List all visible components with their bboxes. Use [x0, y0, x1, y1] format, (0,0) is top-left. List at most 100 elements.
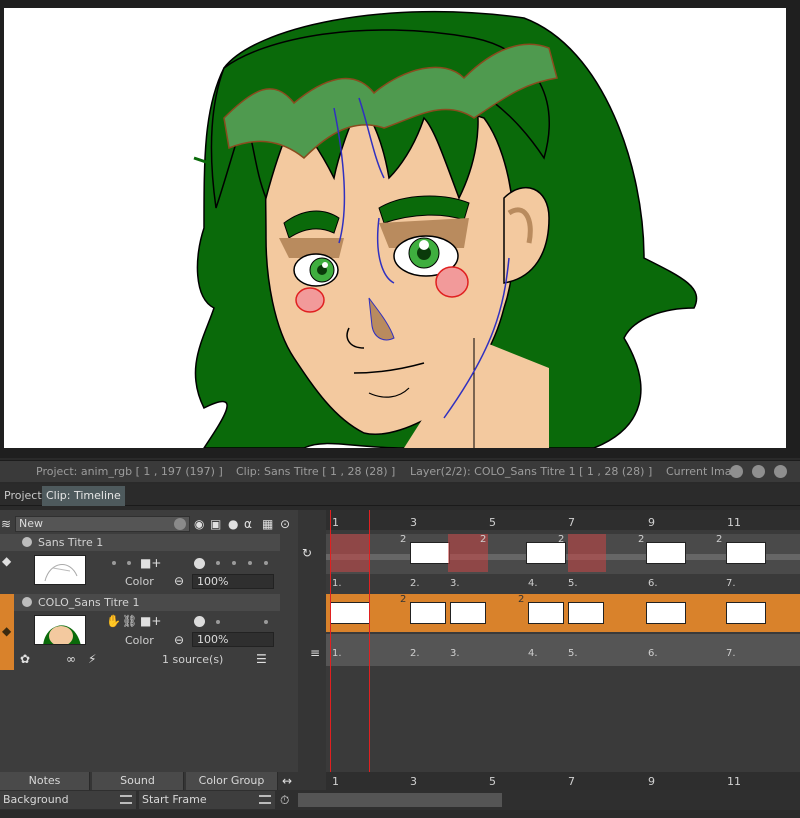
track-colo-sans-titre-1[interactable]: 2 2 — [326, 594, 800, 632]
frame-thumb[interactable] — [450, 602, 486, 624]
grip-icon[interactable]: ≡ — [310, 646, 320, 660]
ruler-tick: 11 — [727, 775, 741, 788]
panel-tabs: Project Clip: Timeline — [0, 484, 800, 506]
layer-colo-sans-titre-1[interactable]: COLO_Sans Titre 1 ◆ ✋ ⛓ ■+ Color ⊖ 100% … — [0, 594, 280, 672]
frame-thumb[interactable] — [646, 542, 686, 564]
frame-thumb[interactable] — [330, 602, 370, 624]
bottom-toolbar: Notes Sound Color Group ↔ 1 3 5 7 9 11 — [0, 772, 800, 790]
color-label: Color — [125, 575, 154, 588]
frame-marker: 2 — [558, 534, 565, 545]
opacity-field[interactable]: 100% — [192, 632, 274, 647]
lightning-icon[interactable]: ⚡ — [88, 652, 96, 666]
sketch-thumb — [44, 564, 78, 582]
status-clip: Clip: Sans Titre [ 1 , 28 (28) ] — [236, 465, 396, 478]
frame-thumb[interactable] — [568, 602, 604, 624]
status-project: Project: anim_rgb [ 1 , 197 (197) ] — [36, 465, 223, 478]
dot — [264, 561, 268, 565]
chevron-down-icon — [174, 518, 186, 530]
tab-project[interactable]: Project — [0, 486, 46, 506]
ruler-tick: 5 — [489, 775, 496, 788]
notes-button[interactable]: Notes — [0, 772, 90, 790]
frame-label: 1. — [332, 578, 342, 589]
background-select[interactable]: Background — [0, 791, 136, 809]
frame-marker: 2 — [716, 534, 723, 545]
glasses-icon[interactable]: ∞ — [66, 652, 76, 666]
link-icon[interactable]: ⛓ — [122, 614, 137, 628]
frame-label: 4. — [528, 648, 538, 659]
dropdown-icon[interactable] — [730, 465, 743, 478]
frame-label: 3. — [450, 578, 460, 589]
tab-clip-timeline[interactable]: Clip: Timeline — [42, 486, 125, 506]
character-illustration — [193, 10, 698, 448]
frame-thumb[interactable] — [410, 602, 446, 624]
frame-ruler[interactable]: 1 3 5 7 9 11 — [326, 510, 800, 530]
color-thumb — [43, 625, 81, 644]
layers-icon[interactable]: ≋ — [1, 517, 11, 531]
frame-thumb[interactable] — [528, 602, 564, 624]
minimize-icon[interactable] — [752, 465, 765, 478]
dot — [232, 561, 236, 565]
list-icon[interactable]: ☰ — [256, 652, 267, 666]
hand-icon[interactable]: ✋ — [106, 614, 121, 628]
loop-icon[interactable]: ↻ — [302, 546, 312, 560]
frame-thumb[interactable] — [726, 602, 766, 624]
timeline-side-strip: ↻ ≡ — [298, 510, 328, 810]
timeline[interactable]: 1 3 5 7 9 11 2 2 2 2 2 1. 2. 3. 4. 5. 6.… — [326, 510, 800, 772]
playhead-right[interactable] — [369, 510, 370, 772]
add-frame-icon[interactable]: ■+ — [140, 556, 161, 570]
track-labels-2: 1. 2. 3. 4. 5. 6. 7. — [326, 634, 800, 666]
frame-marker: 2 — [518, 594, 525, 605]
ruler-tick: 1 — [332, 775, 339, 788]
ruler-tick: 9 — [648, 516, 655, 529]
opacity-icon: ⊖ — [174, 574, 185, 588]
color-dot[interactable] — [194, 558, 205, 569]
lock-icon[interactable]: ▣ — [210, 517, 221, 531]
playhead-left[interactable] — [330, 510, 331, 772]
opacity-field[interactable]: 100% — [192, 574, 274, 589]
track-sans-titre-1[interactable]: 2 2 2 2 2 — [326, 534, 800, 574]
frame-label: 3. — [450, 648, 460, 659]
frame-marker: 2 — [638, 534, 645, 545]
start-frame-select[interactable]: Start Frame — [139, 791, 275, 809]
alpha-icon[interactable]: α — [244, 517, 252, 531]
frame-thumb[interactable] — [726, 542, 766, 564]
color-group-button[interactable]: Color Group — [186, 772, 278, 790]
arrows-icon[interactable]: ↔ — [282, 774, 292, 788]
sound-button[interactable]: Sound — [92, 772, 184, 790]
opacity-icon: ⊖ — [174, 633, 185, 647]
layer-thumbnail — [34, 615, 86, 645]
timeline-scrollbar[interactable] — [298, 793, 502, 807]
palette-icon[interactable]: ✿ — [20, 652, 30, 666]
bottom-ruler[interactable]: 1 3 5 7 9 11 — [326, 772, 800, 790]
empty-frame-marker[interactable] — [330, 534, 370, 572]
frame-thumb[interactable] — [410, 542, 450, 564]
new-layer-select[interactable]: New — [15, 516, 190, 532]
frame-thumb[interactable] — [646, 602, 686, 624]
zoom-icon[interactable]: ⊙ — [280, 517, 290, 531]
dot — [216, 561, 220, 565]
empty-frame-marker[interactable] — [568, 534, 606, 572]
timer-icon[interactable]: ⏱ — [280, 793, 289, 808]
collapse-icon[interactable] — [22, 537, 32, 547]
color-label: Color — [125, 634, 154, 647]
frame-icon[interactable]: ▦ — [262, 517, 273, 531]
eye-icon[interactable]: ◉ — [194, 517, 204, 531]
dot — [216, 620, 220, 624]
color-dot[interactable] — [194, 616, 205, 627]
add-frame-icon[interactable]: ■+ — [140, 614, 161, 628]
tag-icon: ◆ — [2, 554, 12, 568]
list-icon — [259, 795, 271, 804]
dot — [264, 620, 268, 624]
bulb-icon[interactable]: ● — [228, 517, 238, 531]
frame-label: 4. — [528, 578, 538, 589]
drawing-canvas[interactable] — [4, 8, 786, 448]
list-icon — [120, 795, 132, 804]
layer-sans-titre-1[interactable]: Sans Titre 1 ◆ ■+ Color ⊖ 100% — [0, 534, 280, 590]
new-layer-label: New — [19, 517, 43, 530]
close-icon[interactable] — [774, 465, 787, 478]
status-current: Current Ima — [666, 465, 732, 478]
frame-marker: 2 — [480, 534, 487, 545]
dot — [112, 561, 116, 565]
collapse-icon[interactable] — [22, 597, 32, 607]
frame-thumb[interactable] — [526, 542, 566, 564]
